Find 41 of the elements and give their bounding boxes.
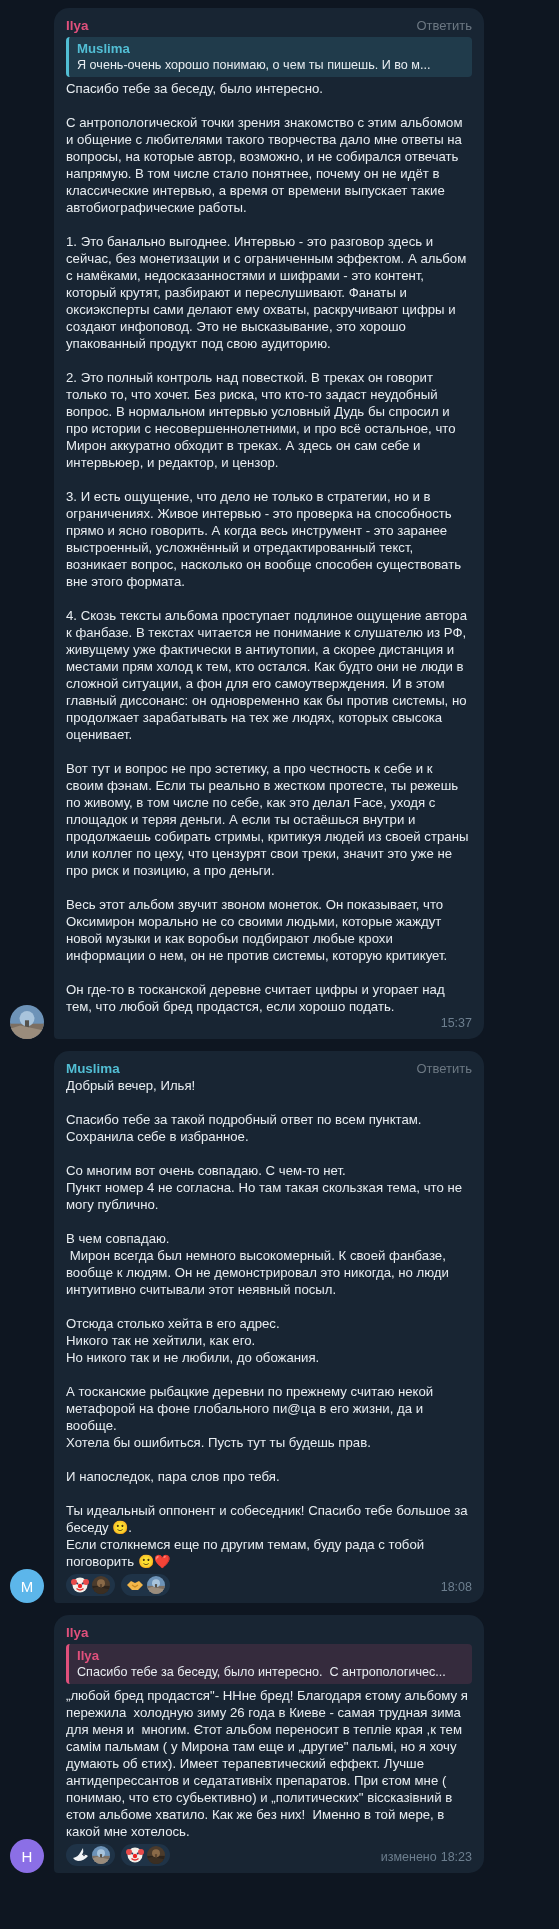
message-text: Весь этот альбом звучит звоном монеток. Он показывает, что Оксимирон морально не со своими людьми, которые жаждут новой музыки и как воробьи подбирают любые крохи информации о нем, он не против системы, которую критикует. bbox=[66, 896, 449, 964]
quote-text: Спасибо тебе за беседу, было интересно. С антропологичес... bbox=[77, 1664, 447, 1681]
clown-icon bbox=[71, 1576, 89, 1594]
avatar[interactable]: M bbox=[10, 1569, 44, 1603]
message-text: Со многим вот очень совпадаю. С чем-то нет. Пункт номер 4 не согласна. Но там такая скользкая тема, что не могу публично. bbox=[66, 1162, 464, 1213]
message-text: Отсюда столько хейта в его адрес. Никого так не хейтили, как его. Но никого так и не любили, до обожания. bbox=[66, 1315, 321, 1366]
edited-label: изменено bbox=[380, 1849, 437, 1866]
message-text: В чем совпадаю. Мирон всегда был немного высокомерный. К своей фанбазе, вообще к людям. Он не демонстрировал это никогда, но люди интуитивно считывали этот неявный посыл. bbox=[66, 1230, 450, 1298]
quoted-message[interactable]: Ilya Спасибо тебе за беседу, было интересно. С антропологичес... bbox=[66, 1644, 472, 1684]
message-text: „любой бред продастся"- ННне бред! Благодаря єтому альбому я пережила холодную зиму 26 года в Киеве - самая трудная зима для меня и многим. Єтот альбом переносит в тепліе края ,к тем самім пальмам ( у Мирона там еще и „другие" пальмі, но я хочу думають об єтих). Имеет терапевтический еффект. Лучше антидепрессантов и седатативніх препаратов. При єтом мне ( понимаю, что єто субьективно) и „политических" вісcказівний в єтом альбоме хватило. Как же без них! Именно в той мере, в какой мне хотелось. bbox=[66, 1687, 469, 1840]
reply-button[interactable]: Ответить bbox=[416, 18, 472, 33]
message-text: Он где-то в тосканской деревне считает цифры и угорает над тем, что любой бред продастся, если хорошо подать. bbox=[66, 981, 446, 1015]
reaction-chip[interactable] bbox=[66, 1844, 115, 1866]
reaction-chip[interactable] bbox=[66, 1574, 115, 1596]
message-text: 2. Это полный контроль над повесткой. В треках он говорит только то, что хочет. Без риска, что кто-то задаст неудобный вопрос. В нормальном интервью условный Дудь бы спросил и про истории с несовершеннолетними, и про всё остальное, что Мирон аккуратно обходит в треках. А здесь он сам себе и интервьюер, и редактор, и цензор. bbox=[66, 369, 457, 471]
quote-author: Muslima bbox=[77, 40, 131, 57]
message-text: 4. Скозь тексты альбома проступает подлиное ощущение автора к фанбазе. В текстах читается не понимание к слушателю из РФ, живущему уже фактически в антиутопии, а скорее дистанция и местами прям холод к тем, кто остался. Как будто они не люди в сложной ситуации, а фон для его самоутверждения. И в этом главный диссонанс: он одновременно как бы против системы, но продолжает зарабатывать на тех же людях, которых свысока оценивает. bbox=[66, 607, 468, 743]
message-text: С антропологической точки зрения знакомство с этим альбомом и общение с любителями такого творчества дало мне ответы на вопросы, на которые автор, возможно, и не собирался отвечать напрямую. В том числе стало понятнее, почему он не идёт в классические интервью, а время от времени выпускает такие автобиографические работы. bbox=[66, 114, 464, 216]
message-time: 15:37 bbox=[440, 1015, 472, 1032]
message-text: 1. Это банально выгоднее. Интервью - это разговор здесь и сейчас, без монетизации и с ограниченным эффектом. А альбом с намёками, недосказанностями и шифрами - это контент, который крутят, разбирают и переслушивают. Фанаты и оксиэксперты сами делают ему охваты, раскручивают цифры и создают инфоповод. Это не высказывание, это хорошо упакованный продукт под свою аудиторию. bbox=[66, 233, 468, 352]
message-text: Спасибо тебе за беседу, было интересно. bbox=[66, 80, 324, 97]
reaction-chip[interactable] bbox=[121, 1574, 170, 1596]
clown-icon bbox=[126, 1846, 144, 1864]
quoted-message[interactable]: Muslima Я очень-очень хорошо понимаю, о чем ты пишешь. И во м... bbox=[66, 37, 472, 77]
message-text: Вот тут и вопрос не про эстетику, а про честность к себе и к своим фэнам. Если ты реально в жестком протесте, ты режешь по живому, в том числе по себе, как это делал Face, уходя с площадок и теряя деньги. А если ты остаёшься внутри и продолжаешь собирать стримы, критикуя людей из своей страны или коллег по цеху, что цензурят свои треки, значит это уже не про риск и позицию, а про деньги. bbox=[66, 760, 470, 879]
message-text: 3. И есть ощущение, что дело не только в стратегии, но и в ограничениях. Живое интервью - это проверка на способность прямо и ясно говорить. А когда весь инструмент - это заранее выстроенный, усложнённый и отредактированный текст, возникает вопрос, насколько он вообще способен существовать вне этого формата. bbox=[66, 488, 463, 590]
sender-name[interactable]: Muslima bbox=[66, 1060, 120, 1077]
quote-author: Ilya bbox=[77, 1647, 100, 1664]
message-time: 18:23 bbox=[440, 1849, 472, 1866]
sender-name[interactable]: Ilya bbox=[66, 1624, 89, 1641]
reply-button[interactable]: Ответить bbox=[416, 1061, 472, 1076]
message-time: 18:08 bbox=[440, 1579, 472, 1596]
avatar[interactable]: Н bbox=[10, 1839, 44, 1873]
message-text: Ты идеальный оппонент и собеседник! Спасибо тебе большое за беседу 🙂. Если столкнемся еще по другим темам, буду рада с тобой поговорить 🙂❤ bbox=[66, 1502, 469, 1570]
message-text: Спасибо тебе за такой подробный ответ по всем пунктам. Сохранила себе в избранное. bbox=[66, 1111, 423, 1145]
message-text: А тосканские рыбацкие деревни по прежнему считаю некой метафорой на фоне глобального пи@ца в его жизни, да и вообще. Хотела бы ошибиться. Пусть тут ты будешь прав. bbox=[66, 1383, 435, 1451]
quote-text: Я очень-очень хорошо понимаю, о чем ты пишешь. И во м... bbox=[77, 57, 432, 74]
message-text: И напоследок, пара слов про тебя. bbox=[66, 1468, 281, 1485]
message-text: Добрый вечер, Илья! bbox=[66, 1077, 197, 1094]
reaction-chip[interactable] bbox=[121, 1844, 170, 1866]
sender-name[interactable]: Ilya bbox=[66, 17, 89, 34]
